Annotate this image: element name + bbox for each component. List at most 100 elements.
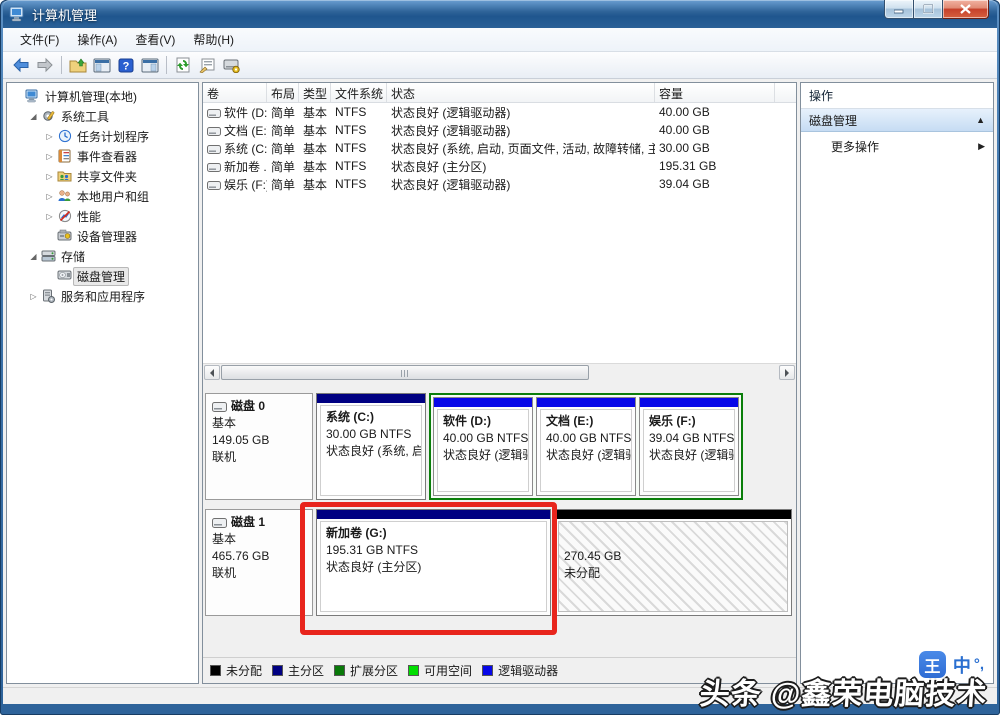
expand-toggle[interactable]: ▷ (43, 192, 56, 201)
unallocated-space[interactable]: 270.45 GB 未分配 (554, 509, 792, 616)
menu-view[interactable]: 查看(V) (126, 29, 184, 50)
legend-swatch (482, 665, 493, 676)
column-header-volume[interactable]: 卷 (203, 83, 267, 102)
tree-item-services-applications[interactable]: ▷ 服务和应用程序 (7, 286, 198, 306)
expand-toggle[interactable]: ▷ (27, 292, 40, 301)
task-scheduler-icon (56, 129, 73, 144)
tree-item-system-tools[interactable]: ◢ 系统工具 (7, 106, 198, 126)
partition-new-volume-g[interactable]: 新加卷 (G:) 195.31 GB NTFS 状态良好 (主分区) (316, 509, 551, 616)
tree-item-computer-management[interactable]: 计算机管理(本地) (7, 86, 198, 106)
menu-action[interactable]: 操作(A) (68, 29, 126, 50)
local-users-icon (56, 189, 73, 204)
partition-entertainment-f[interactable]: 娱乐 (F:) 39.04 GB NTFS 状态良好 (逻辑驱动器) (639, 397, 739, 496)
minimize-button[interactable] (884, 0, 914, 19)
legend-free-space: 可用空间 (408, 662, 472, 679)
scrollbar-thumb[interactable] (221, 365, 589, 380)
partition-status: 状态良好 (逻辑驱动器) (546, 447, 626, 464)
partition-name: 软件 (D:) (443, 413, 523, 430)
ime-language-mode[interactable]: 中 (953, 652, 971, 678)
volume-table-header: 卷 布局 类型 文件系统 状态 容量 (203, 83, 796, 103)
column-header-filesystem[interactable]: 文件系统 (331, 83, 387, 102)
volume-list: 卷 布局 类型 文件系统 状态 容量 软件 (D:) 简单 基本 NTFS 状态… (203, 83, 796, 363)
partition-size: 40.00 GB NTFS (443, 430, 523, 447)
partition-system-c[interactable]: 系统 (C:) 30.00 GB NTFS 状态良好 (系统, 启动, 页面文件… (316, 393, 426, 500)
collapse-icon[interactable]: ▲ (976, 115, 985, 125)
menu-help[interactable]: 帮助(H) (184, 29, 243, 50)
ime-indicator[interactable]: 王 中 °, (919, 651, 984, 678)
expand-toggle[interactable]: ▷ (43, 152, 56, 161)
column-header-type[interactable]: 类型 (299, 83, 331, 102)
column-header-clipped[interactable] (775, 83, 796, 102)
expand-toggle[interactable]: ◢ (27, 252, 40, 261)
tree-item-device-manager[interactable]: 设备管理器 (7, 226, 198, 246)
volume-row-g[interactable]: 新加卷 ... 简单 基本 NTFS 状态良好 (主分区) 195.31 GB (203, 157, 796, 175)
window-controls (884, 0, 989, 19)
partition-status: 状态良好 (逻辑驱动器) (649, 447, 729, 464)
column-header-capacity[interactable]: 容量 (655, 83, 775, 102)
tree-item-local-users-groups[interactable]: ▷ 本地用户和组 (7, 186, 198, 206)
refresh-icon[interactable] (171, 54, 195, 76)
expand-toggle[interactable]: ▷ (43, 132, 56, 141)
volume-row-c[interactable]: 系统 (C:) 简单 基本 NTFS 状态良好 (系统, 启动, 页面文件, 活… (203, 139, 796, 157)
expand-toggle[interactable]: ◢ (27, 112, 40, 121)
console-tree: 计算机管理(本地) ◢ 系统工具 ▷ 任务计划程序 ▷ 事件查看器 ▷ 共享文件… (6, 82, 199, 684)
partition-documents-e[interactable]: 文档 (E:) 40.00 GB NTFS 状态良好 (逻辑驱动器) (536, 397, 636, 496)
partition-software-d[interactable]: 软件 (D:) 40.00 GB NTFS 状态良好 (逻辑驱动器) (433, 397, 533, 496)
expand-toggle[interactable]: ▷ (43, 212, 56, 221)
tree-item-event-viewer[interactable]: ▷ 事件查看器 (7, 146, 198, 166)
disk-settings-icon[interactable] (219, 54, 243, 76)
tree-item-disk-management[interactable]: 磁盘管理 (7, 266, 198, 286)
properties-icon[interactable] (195, 54, 219, 76)
chevron-right-icon: ▶ (978, 141, 985, 152)
volume-row-e[interactable]: 文档 (E:) 简单 基本 NTFS 状态良好 (逻辑驱动器) 40.00 GB (203, 121, 796, 139)
disk-1-partitions: 新加卷 (G:) 195.31 GB NTFS 状态良好 (主分区) 270.4… (316, 509, 792, 616)
disk-0-row: 磁盘 0 基本 149.05 GB 联机 系统 (C:) 30.00 GB NT… (205, 393, 794, 500)
actions-section-disk-management[interactable]: 磁盘管理 ▲ (801, 109, 993, 132)
show-action-pane-icon[interactable] (138, 54, 162, 76)
column-header-layout[interactable]: 布局 (267, 83, 299, 102)
partition-name: 新加卷 (G:) (326, 525, 541, 542)
forward-icon[interactable] (33, 54, 57, 76)
tree-item-shared-folders[interactable]: ▷ 共享文件夹 (7, 166, 198, 186)
legend-swatch (334, 665, 345, 676)
volume-icon (207, 127, 221, 136)
volume-icon (207, 163, 221, 172)
help-icon[interactable]: ? (114, 54, 138, 76)
disk-size: 465.76 GB (212, 548, 306, 565)
scroll-left-button[interactable] (204, 365, 220, 380)
disk-1-info[interactable]: 磁盘 1 基本 465.76 GB 联机 (205, 509, 313, 616)
svg-text:?: ? (123, 60, 130, 72)
more-actions-item[interactable]: 更多操作 ▶ (801, 132, 993, 160)
disk-management-pane: 卷 布局 类型 文件系统 状态 容量 软件 (D:) 简单 基本 NTFS 状态… (202, 82, 797, 684)
volume-icon (207, 145, 221, 154)
disk-0-info[interactable]: 磁盘 0 基本 149.05 GB 联机 (205, 393, 313, 500)
maximize-button[interactable] (914, 0, 943, 19)
partition-color-bar (537, 398, 635, 407)
ime-punctuation-mode[interactable]: °, (974, 656, 984, 673)
ime-badge-icon[interactable]: 王 (919, 651, 946, 678)
partition-name: 娱乐 (F:) (649, 413, 729, 430)
horizontal-scrollbar[interactable] (203, 363, 796, 380)
computer-icon (24, 89, 41, 104)
menu-file[interactable]: 文件(F) (11, 29, 68, 50)
tree-item-task-scheduler[interactable]: ▷ 任务计划程序 (7, 126, 198, 146)
expand-toggle[interactable]: ▷ (43, 172, 56, 181)
legend-swatch (210, 665, 221, 676)
legend-swatch (272, 665, 283, 676)
folder-up-icon[interactable] (66, 54, 90, 76)
volume-row-f[interactable]: 娱乐 (F:) 简单 基本 NTFS 状态良好 (逻辑驱动器) 39.04 GB (203, 175, 796, 193)
show-console-tree-icon[interactable] (90, 54, 114, 76)
computer-management-window: 计算机管理 文件(F) 操作(A) 查看(V) 帮助(H) ? (0, 0, 1000, 715)
scroll-right-button[interactable] (779, 365, 795, 380)
volume-row-d[interactable]: 软件 (D:) 简单 基本 NTFS 状态良好 (逻辑驱动器) 40.00 GB (203, 103, 796, 121)
partition-size: 30.00 GB NTFS (326, 426, 416, 443)
tree-item-storage[interactable]: ◢ 存储 (7, 246, 198, 266)
legend-extended-partition: 扩展分区 (334, 662, 398, 679)
storage-icon (40, 249, 57, 264)
tree-item-performance[interactable]: ▷ 性能 (7, 206, 198, 226)
close-button[interactable] (943, 0, 989, 19)
disk-icon (212, 402, 227, 412)
back-icon[interactable] (9, 54, 33, 76)
partition-color-bar (317, 394, 425, 403)
column-header-status[interactable]: 状态 (387, 83, 655, 102)
